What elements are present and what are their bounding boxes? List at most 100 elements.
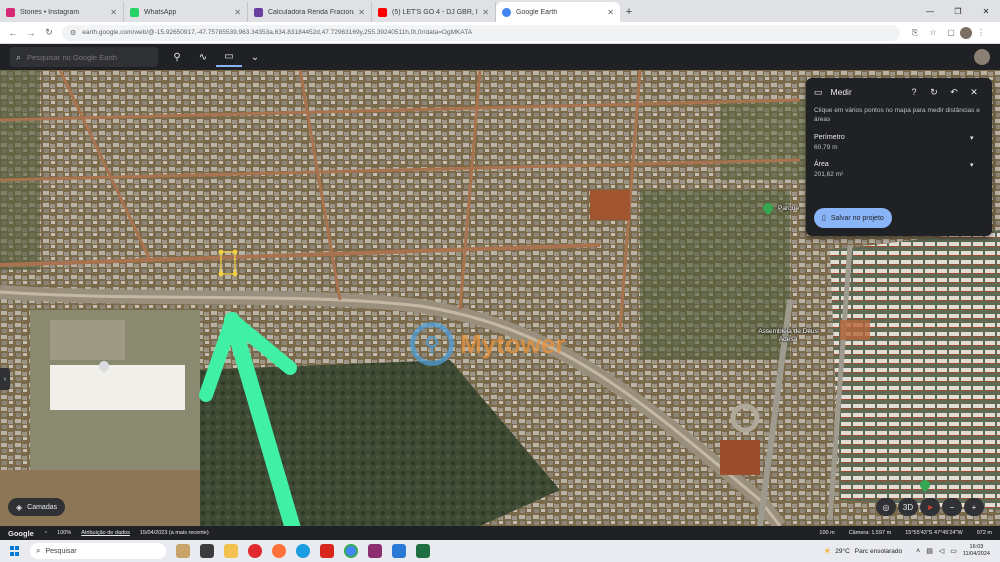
elevation: 972 m — [976, 530, 992, 536]
bookmark-icon: ▯ — [822, 215, 826, 222]
url-field[interactable]: ⚙ earth.google.com/web/@-15.92650917,-47… — [62, 24, 900, 41]
window-controls: — ❐ ✕ — [916, 0, 1000, 22]
side-panel-toggle[interactable]: ‹ — [0, 368, 10, 390]
install-app-icon[interactable]: ⎘ — [906, 28, 924, 38]
reset-icon[interactable]: ↻ — [924, 87, 944, 98]
instagram-icon — [6, 7, 15, 17]
area-row[interactable]: Área 201,62 m² ▾ — [806, 161, 992, 178]
acrobat-icon[interactable] — [320, 544, 334, 558]
close-icon[interactable]: ✕ — [482, 8, 489, 17]
pin-icon[interactable]: ⚲ — [164, 47, 190, 67]
path-icon[interactable]: ∿ — [190, 47, 216, 67]
earth-search-box[interactable]: ⌕ — [10, 47, 158, 67]
tab-title: WhatsApp — [144, 8, 177, 16]
loading-icon: ◔ — [43, 530, 48, 536]
coordinates: 15°55'43"S 47°45'24"W — [905, 530, 963, 536]
data-attribution-link[interactable]: Atribuição de dados — [81, 530, 130, 536]
windows-start-icon[interactable] — [10, 546, 20, 556]
imagery-date[interactable]: 15/04/2023 (a mais recente) — [140, 530, 209, 536]
new-tab-button[interactable]: + — [620, 2, 638, 22]
measure-title: Medir — [830, 87, 852, 97]
winrar-icon[interactable] — [368, 544, 382, 558]
taskbar-search[interactable]: ⌕ Pesquisar — [30, 543, 166, 559]
perimeter-row[interactable]: Perímetro 60,79 m ▾ — [806, 134, 992, 151]
my-location-icon[interactable]: ◎ — [876, 498, 896, 516]
chevron-down-icon[interactable]: ▾ — [970, 161, 984, 178]
minimize-icon[interactable]: — — [916, 0, 944, 22]
perimeter-value: 60,79 m — [814, 144, 838, 151]
chevron-down-icon[interactable]: ▾ — [970, 134, 984, 151]
earth-account-avatar[interactable] — [974, 49, 990, 65]
close-icon[interactable]: ✕ — [358, 8, 365, 17]
opera-icon[interactable] — [248, 544, 262, 558]
earth-search-input[interactable] — [27, 52, 148, 62]
extensions-icon[interactable]: ▢ — [942, 28, 960, 37]
poi-church[interactable]: Assembleia de Deus Adesa — [758, 328, 818, 344]
close-window-icon[interactable]: ✕ — [972, 0, 1000, 22]
undo-icon[interactable]: ↶ — [944, 87, 964, 98]
bookmark-star-icon[interactable]: ☆ — [924, 28, 942, 37]
menu-kebab-icon[interactable]: ⋮ — [972, 28, 990, 37]
earth-toolbar: ⌕ ⚲ ∿ ▭ ⌄ — [0, 44, 1000, 70]
site-info-icon[interactable]: ⚙ — [70, 29, 76, 37]
back-icon[interactable]: ← — [4, 24, 22, 42]
tab-instagram[interactable]: Stories • Instagram ✕ — [0, 2, 124, 22]
google-logo: Google — [8, 528, 34, 538]
zoom-out-button[interactable]: − — [942, 498, 962, 516]
save-label: Salvar no projeto — [830, 214, 884, 222]
battery-icon[interactable]: ▭ — [950, 547, 957, 555]
tab-title: Stories • Instagram — [20, 8, 80, 16]
watermark-logo: ⚲ Mytower — [410, 322, 565, 366]
weather-widget[interactable]: ☀ 29°C Parc ensolarado — [823, 546, 902, 557]
ruler-icon: ▭ — [814, 86, 823, 97]
address-bar: ← → ↻ ⚙ earth.google.com/web/@-15.926509… — [0, 22, 1000, 44]
firefox-icon[interactable] — [272, 544, 286, 558]
compass-icon[interactable]: ➤ — [920, 498, 940, 516]
chevron-up-icon[interactable]: ˄ — [916, 548, 920, 555]
chevron-down-icon[interactable]: ⌄ — [242, 47, 268, 67]
volume-icon[interactable]: ◁ — [939, 547, 944, 555]
measure-help: Clique em vários pontos no mapa para med… — [814, 107, 980, 123]
close-icon[interactable]: ✕ — [607, 8, 614, 17]
ruler-icon[interactable]: ▭ — [216, 47, 242, 67]
forward-icon[interactable]: → — [22, 24, 40, 42]
scale-bar[interactable]: 100 m — [819, 530, 834, 536]
close-icon[interactable]: ✕ — [234, 8, 241, 17]
close-icon[interactable]: ✕ — [964, 87, 984, 98]
clock-date: 11/04/2024 — [962, 551, 990, 557]
reload-icon[interactable]: ↻ — [40, 24, 58, 42]
poi-parque[interactable]: Parque — [778, 205, 799, 213]
tab-title: Calculadora Renda Fracionada — [268, 8, 354, 16]
sun-icon: ☀ — [823, 545, 832, 556]
save-to-project-button[interactable]: ▯ Salvar no projeto — [814, 208, 892, 228]
task-view-icon[interactable] — [200, 544, 214, 558]
chrome-icon[interactable] — [344, 544, 358, 558]
tab-google-earth[interactable]: Google Earth ✕ — [496, 2, 620, 22]
view-3d-toggle[interactable]: 3D — [898, 498, 918, 516]
whatsapp-icon — [130, 7, 139, 17]
widget-cat-icon[interactable] — [176, 544, 190, 558]
system-clock[interactable]: 16:03 11/04/2024 — [963, 544, 990, 558]
close-icon[interactable]: ✕ — [110, 8, 117, 17]
help-icon[interactable]: ? — [904, 87, 924, 97]
clock-time: 16:03 — [969, 544, 984, 550]
tab-calculadora[interactable]: Calculadora Renda Fracionada ✕ — [248, 2, 372, 22]
tab-whatsapp[interactable]: WhatsApp ✕ — [124, 2, 248, 22]
layers-icon: ◈ — [16, 502, 23, 512]
layers-button[interactable]: ◈ Camadas — [8, 498, 66, 516]
shield-icon[interactable] — [392, 544, 406, 558]
tab-title: Google Earth — [516, 8, 558, 16]
tab-youtube[interactable]: (5) LET'S GO 4 - DJ GBR, IG, R... ✕ — [372, 2, 496, 22]
network-icon[interactable]: ▤ — [926, 547, 933, 555]
edge-icon[interactable] — [296, 544, 310, 558]
perimeter-label: Perímetro — [814, 134, 845, 141]
measure-panel: ▭ Medir ? ↻ ↶ ✕ Clique em vários pontos … — [806, 78, 992, 236]
maximize-icon[interactable]: ❐ — [944, 0, 972, 22]
zoom-in-button[interactable]: + — [964, 498, 984, 516]
excel-icon[interactable] — [416, 544, 430, 558]
earth-status-bar: Google ◔ 100% Atribuição de dados 15/04/… — [0, 526, 1000, 540]
temperature: 29°C — [835, 547, 850, 555]
file-explorer-icon[interactable] — [224, 544, 238, 558]
profile-avatar[interactable] — [960, 26, 972, 39]
search-icon: ⌕ — [36, 546, 41, 555]
